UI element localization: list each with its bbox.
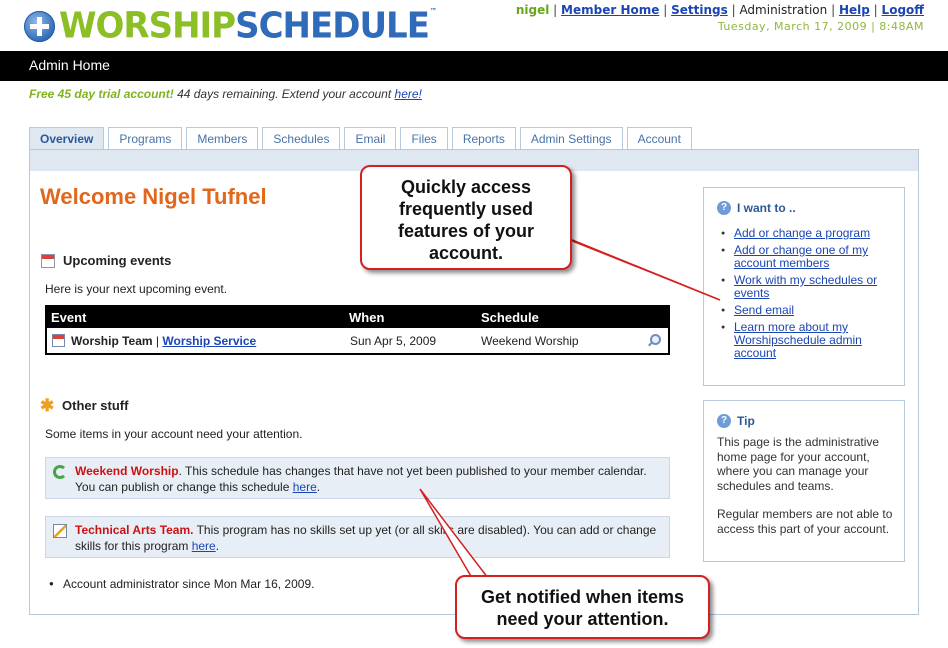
- list-item: Work with my schedules or events: [721, 274, 891, 300]
- tab-programs[interactable]: Programs: [108, 127, 183, 149]
- welcome-heading: Welcome Nigel Tufnel: [40, 184, 267, 209]
- tip-box: ? Tip This page is the administrative hom…: [703, 400, 905, 562]
- tip-text: This page is the administrative home pag…: [717, 435, 893, 536]
- username: nigel: [515, 3, 550, 17]
- col-event: Event: [51, 310, 87, 325]
- callout-quick-access: Quickly access frequently used features …: [360, 165, 572, 270]
- asterisk-icon: ✱: [40, 395, 55, 415]
- event-team: Worship Team: [71, 334, 153, 348]
- brand-name: WORSHIPSCHEDULE™: [59, 5, 437, 48]
- send-email-link[interactable]: Send email: [734, 303, 794, 317]
- refresh-icon: [53, 465, 67, 479]
- col-schedule: Schedule: [481, 310, 539, 325]
- notice-program-name: Technical Arts Team.: [75, 523, 194, 537]
- tab-members[interactable]: Members: [186, 127, 259, 149]
- events-table-header: Event When Schedule: [47, 307, 668, 328]
- learn-more-link[interactable]: Learn more about my Worshipschedule admi…: [734, 320, 862, 360]
- current-date: Tuesday, March 17, 2009 | 8:48AM: [717, 20, 924, 33]
- cross-circle-icon: [24, 10, 55, 42]
- event-when: Sun Apr 5, 2009: [350, 334, 437, 348]
- callout-notifications: Get notified when items need your attent…: [455, 575, 710, 639]
- extend-account-link[interactable]: here!: [395, 87, 422, 101]
- i-want-to-box: ?I want to .. Add or change a program Ad…: [703, 187, 905, 386]
- help-icon: ?: [717, 201, 731, 215]
- col-when: When: [349, 310, 385, 325]
- add-program-link[interactable]: Add or change a program: [734, 226, 870, 240]
- tab-admin-settings[interactable]: Admin Settings: [519, 127, 623, 149]
- add-member-link[interactable]: Add or change one of my account members: [734, 243, 868, 270]
- quick-links: Add or change a program Add or change on…: [721, 227, 891, 364]
- list-item: Learn more about my Worshipschedule admi…: [721, 321, 891, 360]
- worship-service-link[interactable]: Worship Service: [162, 334, 256, 348]
- logoff-link[interactable]: Logoff: [882, 3, 924, 17]
- page-title: Admin Home: [0, 51, 948, 81]
- trial-notice: Free 45 day trial account! 44 days remai…: [29, 87, 422, 101]
- other-stuff-heading: ✱ Other stuff: [40, 395, 129, 415]
- events-table: Event When Schedule Worship Team | Worsh…: [45, 305, 670, 355]
- tab-bar: Overview Programs Members Schedules Emai…: [29, 127, 692, 149]
- tab-schedules[interactable]: Schedules: [262, 127, 341, 149]
- event-schedule: Weekend Worship: [481, 334, 579, 348]
- logo[interactable]: WORSHIPSCHEDULE™: [24, 5, 437, 48]
- help-link[interactable]: Help: [839, 3, 870, 17]
- program-notice: Technical Arts Team. This program has no…: [45, 516, 670, 558]
- event-calendar-icon: [52, 334, 65, 347]
- notice-schedule-name: Weekend Worship: [75, 464, 179, 478]
- edit-icon: [53, 524, 67, 538]
- tab-overview[interactable]: Overview: [29, 127, 105, 149]
- schedule-notice: Weekend Worship. This schedule has chang…: [45, 457, 670, 499]
- settings-link[interactable]: Settings: [671, 3, 728, 17]
- tab-reports[interactable]: Reports: [451, 127, 516, 149]
- help-icon: ?: [717, 414, 731, 428]
- i-want-to-heading: ? I want to ..: [717, 201, 796, 215]
- upcoming-events-heading: Upcoming events: [41, 253, 171, 268]
- tab-email[interactable]: Email: [344, 127, 397, 149]
- admin-since: Account administrator since Mon Mar 16, …: [49, 577, 314, 591]
- member-home-link[interactable]: Member Home: [561, 3, 659, 17]
- publish-schedule-link[interactable]: here: [293, 480, 317, 494]
- list-item: Add or change a program: [721, 226, 891, 241]
- table-row: Worship Team | Worship Service Sun Apr 5…: [47, 328, 668, 353]
- tip-heading: ? Tip: [717, 414, 755, 428]
- list-item: Add or change one of my account members: [721, 244, 891, 270]
- upcoming-intro: Here is your next upcoming event.: [45, 282, 228, 296]
- schedules-events-link[interactable]: Work with my schedules or events: [734, 273, 877, 300]
- tab-account[interactable]: Account: [626, 127, 692, 149]
- calendar-icon: [41, 253, 55, 268]
- other-intro: Some items in your account need your att…: [45, 427, 303, 441]
- top-navigation: nigel | Member Home | Settings | Adminis…: [515, 3, 924, 17]
- administration-current: Administration: [739, 3, 828, 17]
- view-details-icon[interactable]: [648, 334, 661, 346]
- tab-files[interactable]: Files: [400, 127, 448, 149]
- list-item: Send email: [721, 303, 891, 318]
- change-skills-link[interactable]: here: [192, 539, 216, 553]
